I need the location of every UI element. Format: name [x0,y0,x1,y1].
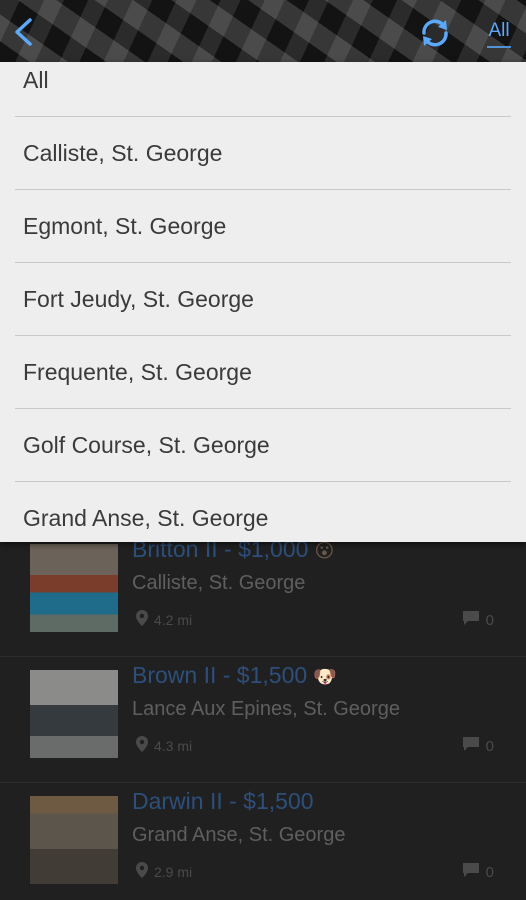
location-pin-icon [136,862,148,881]
chevron-left-icon [12,17,34,52]
listing-distance: 4.2 mi [136,610,192,629]
dropdown-option[interactable]: Grand Anse, St. George [15,482,511,542]
comment-icon [462,610,480,630]
listing-thumbnail [30,670,118,758]
area-filter-button[interactable]: All [478,14,520,54]
dropdown-option[interactable]: All [15,62,511,117]
back-button[interactable] [6,16,40,52]
listing-comments: 0 [462,862,494,882]
listing-title-text: Brown II - $1,500 [132,662,308,688]
screen: All Britton II - $1,000 😮 Calliste, St. G… [0,0,526,900]
listing-area: Grand Anse, St. George [132,824,346,846]
listing-row[interactable]: Brown II - $1,500 🐶 Lance Aux Epines, St.… [0,656,526,783]
listing-comment-count: 0 [485,737,494,755]
listing-comment-count: 0 [485,611,494,629]
listing-comments: 0 [462,610,494,630]
dropdown-option-label: Frequente, St. George [23,359,252,385]
location-pin-icon [136,736,148,755]
listing-comment-count: 0 [485,863,494,881]
comment-icon [462,862,480,882]
dropdown-option-label: Grand Anse, St. George [23,505,269,531]
listing-area: Calliste, St. George [132,572,306,594]
listing-title: Brown II - $1,500 🐶 [132,662,337,689]
listing-comments: 0 [462,736,494,756]
area-dropdown-menu: All Calliste, St. George Egmont, St. Geo… [0,62,526,542]
listing-distance: 4.3 mi [136,736,192,755]
dropdown-option-label: All [23,67,49,93]
listing-distance-text: 4.3 mi [154,737,193,754]
dropdown-option-label: Calliste, St. George [23,140,223,166]
listing-title-text: Darwin II - $1,500 [132,788,314,814]
location-pin-icon [136,610,148,629]
listing-thumbnail [30,796,118,884]
dropdown-option-label: Golf Course, St. George [23,432,270,458]
dropdown-option-label: Egmont, St. George [23,213,227,239]
dropdown-option[interactable]: Fort Jeudy, St. George [15,263,511,336]
comment-icon [462,736,480,756]
listing-title: Darwin II - $1,500 [132,788,320,815]
listing-emoji: 😮 [314,541,335,562]
listing-distance-text: 2.9 mi [154,863,193,880]
app-bar: All [0,0,526,68]
dropdown-option[interactable]: Calliste, St. George [15,117,511,190]
listing-distance-text: 4.2 mi [154,611,193,628]
area-filter-underline [487,46,511,48]
listing-area: Lance Aux Epines, St. George [132,698,400,720]
dropdown-option-label: Fort Jeudy, St. George [23,286,254,312]
listing-distance: 2.9 mi [136,862,192,881]
area-filter-label: All [488,20,510,41]
dropdown-option[interactable]: Frequente, St. George [15,336,511,409]
dropdown-option[interactable]: Golf Course, St. George [15,409,511,482]
refresh-icon [418,16,452,55]
dropdown-option[interactable]: Egmont, St. George [15,190,511,263]
listing-row[interactable]: Britton II - $1,000 😮 Calliste, St. Georg… [0,530,526,657]
listing-row[interactable]: Darwin II - $1,500 Grand Anse, St. Georg… [0,782,526,900]
refresh-button[interactable] [416,16,454,54]
listing-emoji: 🐶 [313,667,337,688]
listing-thumbnail [30,544,118,632]
